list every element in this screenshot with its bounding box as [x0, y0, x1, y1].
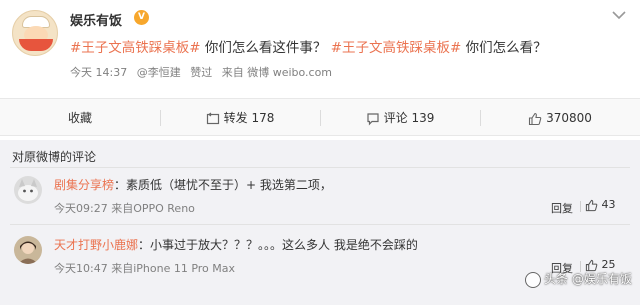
divider — [580, 201, 581, 212]
person-avatar-icon — [14, 236, 42, 264]
comment-source: 来自iPhone 11 Pro Max — [111, 262, 236, 275]
divider — [10, 167, 630, 168]
comment-time: 今天09:27 — [54, 202, 108, 215]
topic-link-1[interactable]: #王子文高铁踩桌板# — [70, 40, 201, 56]
comment-meta: 今天10:47 来自iPhone 11 Pro Max — [54, 260, 235, 276]
comment-body: ：素质低（堪忧不至于）+ 我选第二项， — [114, 178, 332, 192]
watermark: 头条 @娱乐有饭 — [525, 270, 632, 292]
repost-button[interactable]: 转发 178 — [160, 99, 320, 137]
thumbs-up-icon — [529, 112, 542, 125]
chevron-down-icon[interactable] — [610, 8, 628, 22]
comment-text: 天才打野小鹿娜：小事过于放大？？？。。。这么多人 我是绝不会踩的 — [54, 236, 418, 253]
author-avatar[interactable] — [12, 10, 58, 56]
commenter-avatar[interactable] — [14, 236, 42, 264]
repost-count: 178 — [251, 111, 275, 125]
thumbs-up-icon — [585, 199, 598, 211]
post-meta: 今天 14:37 @李恒建 赞过 来自 微博 weibo.com — [70, 64, 338, 80]
commenter-avatar[interactable] — [14, 176, 42, 204]
watermark-text: 头条 @娱乐有饭 — [544, 272, 632, 286]
post-content: #王子文高铁踩桌板# 你们怎么看这件事？ #王子文高铁踩桌板# 你们怎么看？ — [70, 36, 547, 56]
post-source[interactable]: 来自 微博 weibo.com — [222, 66, 332, 79]
comment-label: 评论 — [383, 111, 408, 125]
rice-bowl-shape — [19, 39, 53, 51]
comment-icon — [367, 112, 379, 125]
comment-like-count: 43 — [601, 198, 616, 211]
comment-item: 剧集分享榜：素质低（堪忧不至于）+ 我选第二项， 今天09:27 来自OPPO … — [0, 170, 640, 230]
post-text-1: 你们怎么看这件事？ — [200, 40, 327, 56]
comment-source: 来自OPPO Reno — [111, 202, 195, 215]
action-bar: 收藏 转发 178 评论 139 370800 — [0, 98, 640, 136]
favorite-label: 收藏 — [67, 111, 92, 125]
cat-avatar-icon — [14, 176, 42, 204]
post-text-2: 你们怎么看？ — [461, 40, 547, 56]
weibo-post: 娱乐有饭 V #王子文高铁踩桌板# 你们怎么看这件事？ #王子文高铁踩桌板# 你… — [0, 0, 640, 95]
comment-body: ：小事过于放大？？？。。。这么多人 我是绝不会踩的 — [138, 238, 418, 252]
repost-label: 转发 — [223, 111, 248, 125]
comment-count: 139 — [411, 111, 435, 125]
toutiao-logo-icon — [525, 271, 541, 288]
commenter-name[interactable]: 天才打野小鹿娜 — [54, 238, 138, 252]
like-button[interactable]: 370800 — [480, 99, 640, 137]
post-time[interactable]: 今天 14:37 — [70, 66, 127, 79]
post-from-user[interactable]: @李恒建 — [137, 66, 181, 79]
like-count: 370800 — [546, 111, 592, 125]
repost-icon — [206, 112, 219, 124]
author-name[interactable]: 娱乐有饭 — [70, 10, 122, 29]
favorite-button[interactable]: 收藏 — [0, 99, 160, 137]
comments-title: 对原微博的评论 — [12, 150, 97, 164]
reply-button[interactable]: 回复 — [551, 200, 573, 216]
commenter-name[interactable]: 剧集分享榜 — [54, 178, 114, 192]
divider — [10, 224, 630, 225]
comment-time: 今天10:47 — [54, 262, 108, 275]
comment-meta: 今天09:27 来自OPPO Reno — [54, 200, 195, 216]
post-liked-by: 赞过 — [190, 66, 213, 79]
topic-link-2[interactable]: #王子文高铁踩桌板# — [331, 40, 462, 56]
comment-text: 剧集分享榜：素质低（堪忧不至于）+ 我选第二项， — [54, 176, 332, 193]
verified-badge-icon: V — [134, 10, 149, 25]
comment-like-button[interactable]: 43 — [585, 198, 616, 212]
comment-button[interactable]: 评论 139 — [320, 99, 480, 137]
